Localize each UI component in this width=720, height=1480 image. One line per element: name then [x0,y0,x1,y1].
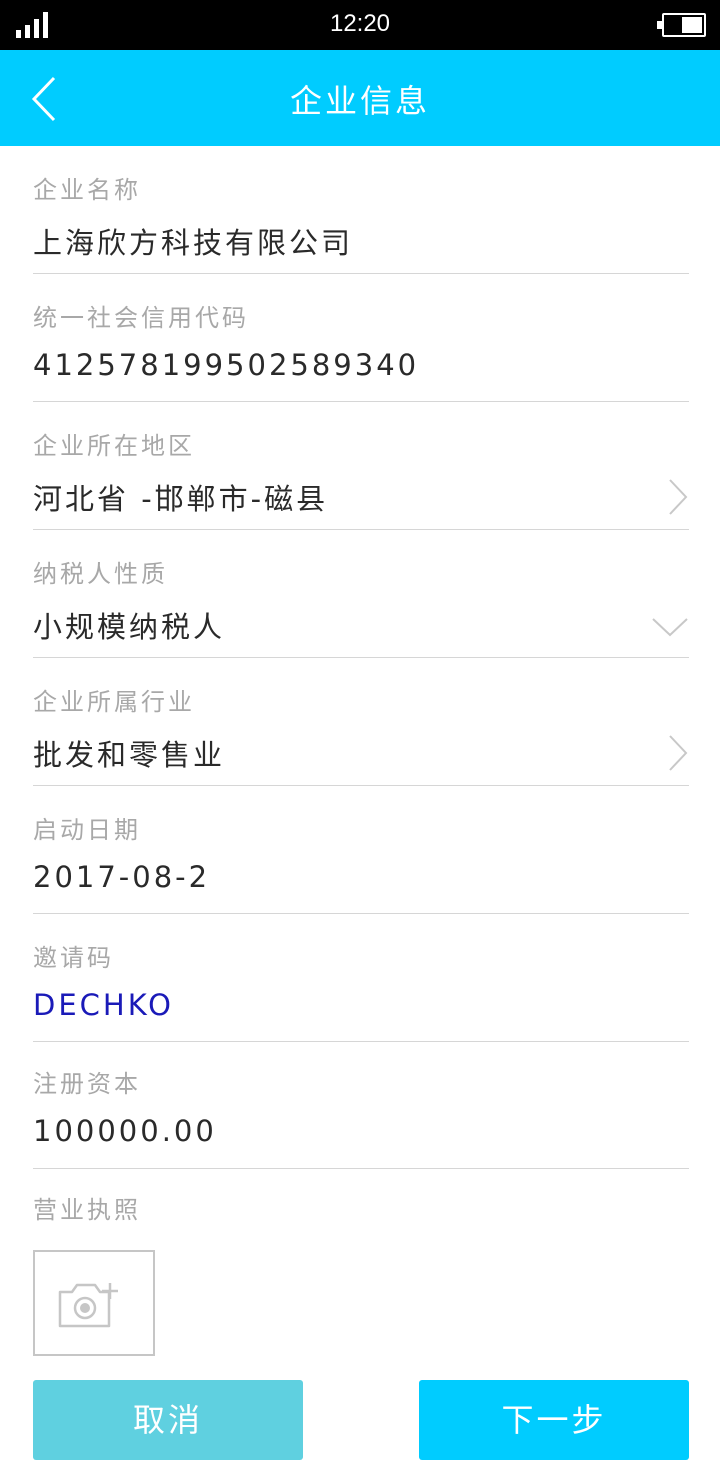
credit-code-label: 统一社会信用代码 [33,304,249,332]
taxpayer-type-value[interactable]: 小规模纳税人 [33,604,225,646]
start-date-value[interactable]: 2017-08-2 [33,860,210,894]
status-time: 12:20 [329,10,391,37]
camera-plus-icon [58,1283,118,1328]
region-label: 企业所在地区 [33,432,195,460]
credit-code-value[interactable]: 412578199502589340 [33,348,419,382]
industry-field[interactable]: 企业所属行业 批发和零售业 [33,658,689,786]
region-field[interactable]: 企业所在地区 河北省 -邯郸市-磁县 [33,402,689,530]
registered-capital-field[interactable]: 注册资本 100000.00 [33,1042,689,1169]
next-step-button[interactable]: 下一步 [419,1380,689,1460]
industry-label: 企业所属行业 [33,688,195,716]
region-value[interactable]: 河北省 -邯郸市-磁县 [33,476,328,518]
invite-code-value[interactable]: DECHKO [33,988,174,1022]
taxpayer-type-field[interactable]: 纳税人性质 小规模纳税人 [33,530,689,658]
taxpayer-type-label: 纳税人性质 [33,560,168,588]
battery-icon [657,13,706,37]
company-name-label: 企业名称 [33,176,141,204]
chevron-right-icon[interactable] [667,478,689,516]
business-license-label: 营业执照 [33,1196,141,1224]
status-bar: 12:20 [0,0,720,50]
company-name-field[interactable]: 企业名称 上海欣方科技有限公司 [33,146,689,274]
invite-code-label: 邀请码 [33,944,114,972]
company-name-value[interactable]: 上海欣方科技有限公司 [33,220,353,262]
nav-bar: 企业信息 [0,50,720,146]
page-title: 企业信息 [289,82,430,120]
license-upload-button[interactable] [33,1250,155,1356]
registered-capital-value[interactable]: 100000.00 [33,1114,217,1148]
registered-capital-label: 注册资本 [33,1070,141,1098]
chevron-right-icon[interactable] [667,734,689,772]
credit-code-field[interactable]: 统一社会信用代码 412578199502589340 [33,274,689,402]
cancel-button[interactable]: 取消 [33,1380,303,1460]
invite-code-field[interactable]: 邀请码 DECHKO [33,914,689,1042]
chevron-down-icon[interactable] [651,616,689,638]
start-date-label: 启动日期 [33,816,141,844]
start-date-field[interactable]: 启动日期 2017-08-2 [33,786,689,914]
industry-value[interactable]: 批发和零售业 [33,732,225,774]
